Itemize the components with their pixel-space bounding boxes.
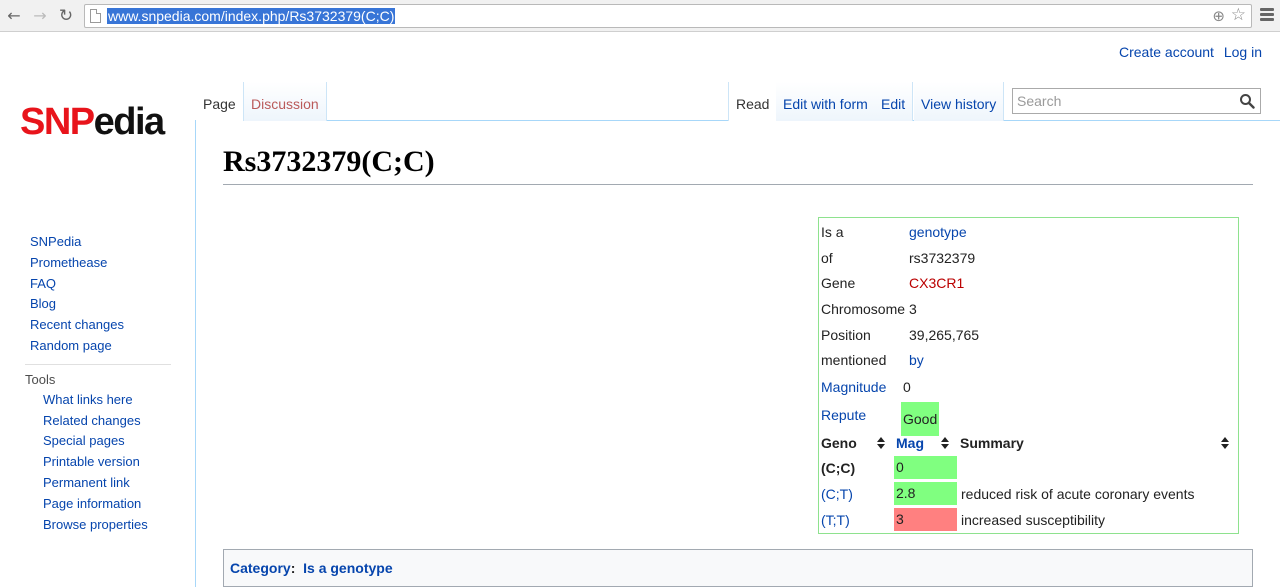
category-colon: : [290, 560, 296, 576]
repute-label-link[interactable]: Repute [821, 402, 866, 428]
logo-part-edia: edia [93, 101, 166, 143]
tab-view-history[interactable]: View history [914, 82, 1005, 121]
forward-arrow-icon[interactable]: → [30, 6, 50, 26]
category-value-link[interactable]: Is a genotype [303, 560, 392, 576]
table-row: (C;T) 2.8 reduced risk of acute coronary… [821, 481, 1235, 507]
menu-icon[interactable] [1260, 8, 1274, 24]
log-in-link[interactable]: Log in [1224, 44, 1262, 60]
table-row: (C;C) 0 [821, 455, 1235, 481]
sidebar-item-permanent-link[interactable]: Permanent link [0, 473, 195, 494]
is-a-label: Is a [821, 224, 844, 240]
sidebar-item-blog[interactable]: Blog [0, 294, 195, 315]
mag-column-header[interactable]: Mag [896, 432, 924, 454]
sidebar-item-browse-properties[interactable]: Browse properties [0, 515, 195, 536]
page-title: Rs3732379(C;C) [223, 142, 1253, 185]
bookmark-star-icon[interactable]: ☆ [1231, 5, 1246, 25]
genotype-link[interactable]: (T;T) [821, 507, 850, 533]
url-text[interactable]: www.snpedia.com/index.php/Rs3732379(C;C) [107, 8, 396, 24]
reload-icon[interactable]: ↻ [56, 6, 76, 26]
personal-tools: Create account Log in [1113, 44, 1262, 60]
tab-discussion[interactable]: Discussion [244, 82, 327, 121]
table-row: (T;T) 3 increased susceptibility [821, 507, 1235, 533]
genotype-table-header: Geno Mag Summary [821, 432, 1235, 454]
gene-value-link[interactable]: CX3CR1 [909, 270, 964, 296]
of-value: rs3732379 [909, 250, 976, 266]
sidebar-item-faq[interactable]: FAQ [0, 274, 195, 295]
sidebar-item-snpedia[interactable]: SNPedia [0, 232, 195, 253]
browser-toolbar: ← → ↻ www.snpedia.com/index.php/Rs373237… [0, 0, 1280, 32]
sidebar-item-related-changes[interactable]: Related changes [0, 411, 195, 432]
magnitude-cell: 0 [894, 456, 957, 479]
sort-icon[interactable] [877, 437, 885, 449]
sidebar-item-promethease[interactable]: Promethease [0, 253, 195, 274]
summary-column-header[interactable]: Summary [960, 432, 1024, 454]
genotype-infobox: Is a genotype of rs3732379 Gene CX3CR1 C… [818, 217, 1239, 534]
search-box [1012, 88, 1261, 114]
of-label: of [821, 250, 833, 266]
category-links: Category: Is a genotype [223, 549, 1253, 587]
site-logo[interactable]: SNPedia [20, 100, 166, 144]
content-left-border [195, 120, 196, 587]
geno-column-header[interactable]: Geno [821, 432, 857, 454]
sort-icon[interactable] [1221, 437, 1229, 449]
mentioned-label: mentioned [821, 352, 887, 368]
magnitude-value: 0 [903, 379, 911, 395]
tab-page[interactable]: Page [196, 82, 244, 121]
search-input[interactable] [1013, 89, 1233, 113]
back-arrow-icon[interactable]: ← [4, 6, 24, 26]
chromosome-value: 3 [909, 301, 917, 317]
logo-part-snp: SNP [20, 101, 95, 143]
genotype-cell: (C;C) [821, 460, 856, 476]
summary-cell: increased susceptibility [961, 512, 1105, 528]
tab-read[interactable]: Read [728, 82, 778, 121]
magnitude-label-link[interactable]: Magnitude [821, 374, 886, 400]
gene-label: Gene [821, 275, 856, 291]
repute-badge: Good [901, 402, 940, 436]
position-value: 39,265,765 [909, 327, 980, 343]
category-label-link[interactable]: Category [230, 560, 291, 576]
search-icon[interactable] [1239, 93, 1255, 109]
sidebar-navigation: SNPedia Promethease FAQ Blog Recent chan… [0, 232, 195, 357]
chromosome-label: Chromosome [821, 301, 906, 317]
sidebar-item-page-information[interactable]: Page information [0, 494, 195, 515]
sidebar: SNPedia Promethease FAQ Blog Recent chan… [0, 232, 195, 535]
sidebar-item-what-links-here[interactable]: What links here [0, 390, 195, 411]
create-account-link[interactable]: Create account [1119, 44, 1214, 60]
sidebar-tools: What links here Related changes Special … [0, 390, 195, 536]
is-a-value-link[interactable]: genotype [909, 219, 967, 245]
page-icon [90, 9, 101, 23]
sort-icon[interactable] [941, 437, 949, 449]
position-label: Position [821, 327, 871, 343]
tab-edit-with-form[interactable]: Edit with form [776, 82, 876, 121]
sidebar-item-special-pages[interactable]: Special pages [0, 431, 195, 452]
summary-cell: reduced risk of acute coronary events [961, 486, 1195, 502]
mentioned-by-link[interactable]: by [909, 347, 924, 373]
address-bar[interactable]: www.snpedia.com/index.php/Rs3732379(C;C)… [84, 4, 1252, 28]
category-label: Category [230, 560, 291, 576]
sidebar-item-random-page[interactable]: Random page [0, 336, 195, 357]
sidebar-item-recent-changes[interactable]: Recent changes [0, 315, 195, 336]
sidebar-item-printable-version[interactable]: Printable version [0, 452, 195, 473]
tab-edit[interactable]: Edit [874, 82, 914, 121]
zoom-icon[interactable]: ⊕ [1212, 7, 1225, 25]
tools-heading: Tools [25, 363, 171, 390]
genotype-link[interactable]: (C;T) [821, 481, 853, 507]
magnitude-cell: 3 [894, 508, 957, 531]
magnitude-cell: 2.8 [894, 482, 957, 505]
